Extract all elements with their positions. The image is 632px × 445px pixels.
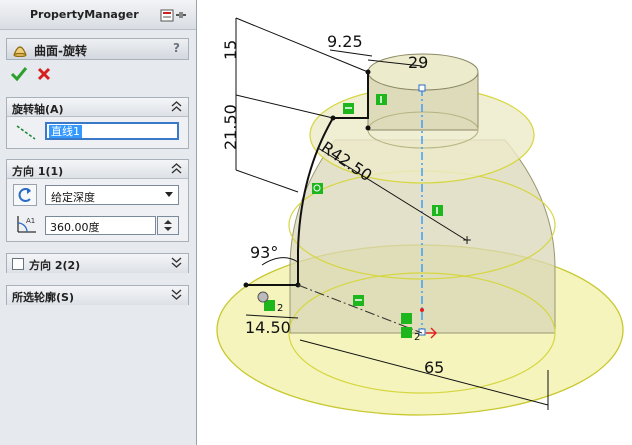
dim-93-label[interactable]: 93° <box>250 243 278 262</box>
direction1-group: 方向 1(1) 给定深度 A1 360.00度 <box>6 159 189 242</box>
property-manager-panel: PropertyManager 曲面-旋转 ? 旋转轴(A) 直线1 方向 1(… <box>0 0 197 445</box>
dim-15-label[interactable]: 15 <box>221 40 240 60</box>
feature-title: 曲面-旋转 <box>34 44 87 58</box>
dim-65-label[interactable]: 65 <box>424 358 444 377</box>
reverse-direction-button[interactable] <box>13 184 37 206</box>
fix-point-icon[interactable] <box>257 291 269 303</box>
angle-icon: A1 <box>17 216 36 233</box>
angle-input[interactable]: 360.00度 <box>45 216 156 235</box>
axis-endpoint-top[interactable] <box>418 84 426 92</box>
axis-selected-item[interactable]: 直线1 <box>49 125 82 138</box>
sketch-point[interactable] <box>243 282 249 288</box>
selected-contours-header[interactable]: 所选轮廓(S) <box>7 286 188 305</box>
direction2-group-header[interactable]: 方向 2(2) <box>7 254 188 273</box>
axis-group-header[interactable]: 旋转轴(A) <box>7 98 188 117</box>
coincident-relation-icon[interactable] <box>401 327 412 338</box>
graphics-viewport[interactable]: 15 21.50 9.25 29 R42.50 + 93° 14.50 65 2… <box>198 0 632 445</box>
direction2-group-title: 方向 2(2) <box>29 259 81 272</box>
feature-title-bar: 曲面-旋转 ? <box>6 38 189 60</box>
end-condition-select[interactable]: 给定深度 <box>45 185 179 205</box>
dim-2150-ext <box>235 94 334 119</box>
collapse-chevron-icon[interactable] <box>171 101 182 112</box>
help-icon[interactable]: ? <box>173 41 180 55</box>
property-manager-header: PropertyManager <box>0 0 196 30</box>
direction1-group-title: 方向 1(1) <box>12 165 64 178</box>
collapse-chevron-icon[interactable] <box>171 163 182 174</box>
arc-center-marker[interactable]: + <box>462 233 472 247</box>
svg-text:A1: A1 <box>26 217 35 225</box>
expand-chevron-icon[interactable] <box>171 289 182 300</box>
axis-selection-field[interactable]: 直线1 <box>45 122 179 140</box>
dim-29-label[interactable]: 29 <box>408 53 428 72</box>
dim-1450-label[interactable]: 14.50 <box>245 318 291 337</box>
direction2-checkbox[interactable] <box>12 258 24 270</box>
expand-chevron-icon[interactable] <box>171 257 182 268</box>
axis-group: 旋转轴(A) 直线1 <box>6 97 189 149</box>
direction2-group[interactable]: 方向 2(2) <box>6 253 189 273</box>
dropdown-arrow-icon[interactable] <box>165 192 173 197</box>
revolve-surface-icon <box>13 46 27 57</box>
relation-count-label: 2 <box>277 303 283 314</box>
selected-contours-title: 所选轮廓(S) <box>12 291 74 304</box>
reverse-direction-icon <box>18 188 31 202</box>
dim-2150-label[interactable]: 21.50 <box>221 104 240 150</box>
ok-checkmark-icon[interactable] <box>10 66 28 82</box>
axis-group-title: 旋转轴(A) <box>12 103 64 116</box>
angle-spinner[interactable] <box>157 216 179 235</box>
angle-value: 360.00度 <box>50 221 100 234</box>
cancel-x-icon[interactable] <box>36 66 52 82</box>
property-manager-title: PropertyManager <box>30 8 139 21</box>
axis-line-icon <box>16 125 36 140</box>
direction1-group-header[interactable]: 方向 1(1) <box>7 160 188 179</box>
coincident-relation-icon[interactable] <box>401 313 412 324</box>
end-condition-value: 给定深度 <box>51 191 95 204</box>
spinner-arrows-icon[interactable] <box>158 217 178 234</box>
origin-point-icon <box>420 308 424 312</box>
dim-925-label[interactable]: 9.25 <box>327 32 363 51</box>
selected-contours-group[interactable]: 所选轮廓(S) <box>6 285 189 305</box>
pin-icon[interactable] <box>160 9 188 22</box>
sketch-point[interactable] <box>365 125 371 131</box>
dim-2150-ext2 <box>235 169 299 193</box>
relation-count-label: 2 <box>414 332 420 343</box>
